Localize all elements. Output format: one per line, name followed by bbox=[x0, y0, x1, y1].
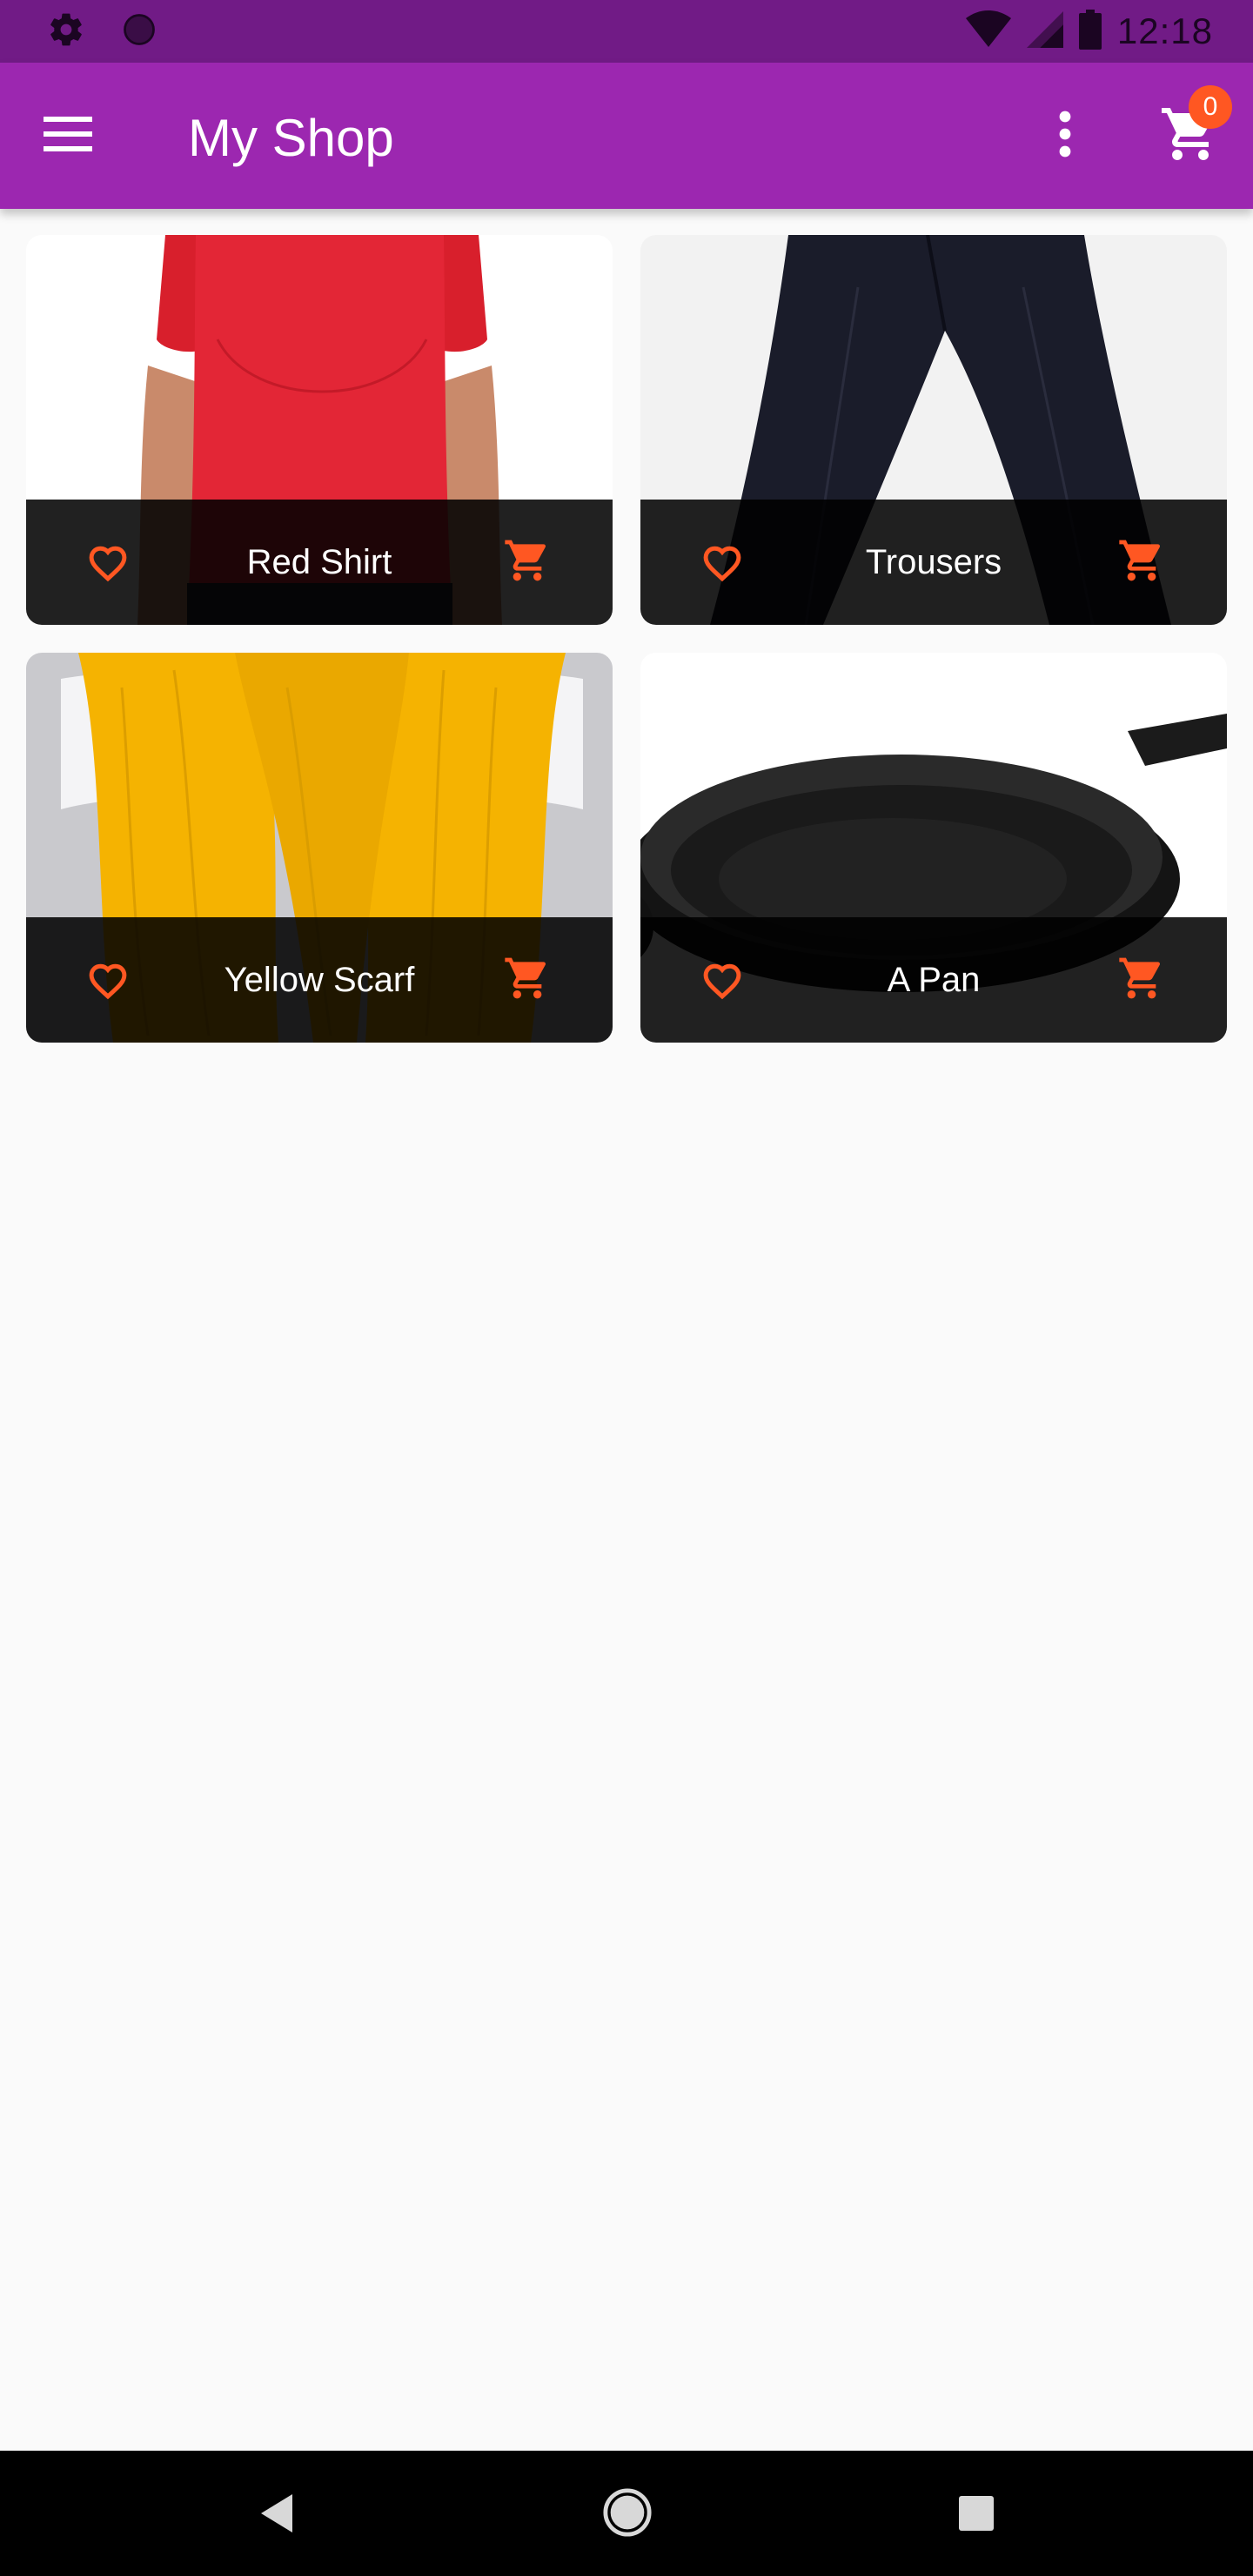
status-bar: 12:18 bbox=[0, 0, 1253, 63]
heart-outline-icon bbox=[699, 956, 746, 1004]
circle-icon bbox=[120, 10, 158, 53]
favorite-button[interactable] bbox=[82, 954, 134, 1006]
menu-button[interactable] bbox=[31, 99, 104, 172]
product-title: Trousers bbox=[865, 542, 1002, 581]
overflow-menu-button[interactable] bbox=[1029, 99, 1102, 172]
product-footer: Yellow Scarf bbox=[26, 917, 613, 1043]
signal-icon bbox=[1026, 10, 1063, 52]
product-title: Yellow Scarf bbox=[224, 960, 415, 999]
heart-outline-icon bbox=[84, 539, 131, 587]
favorite-button[interactable] bbox=[82, 536, 134, 588]
app-bar: My Shop bbox=[0, 63, 1253, 209]
shopping-cart-icon bbox=[503, 536, 552, 589]
wifi-icon bbox=[965, 10, 1011, 53]
add-to-cart-button[interactable] bbox=[1114, 954, 1169, 1006]
add-to-cart-button[interactable] bbox=[499, 536, 555, 588]
status-left bbox=[47, 10, 193, 53]
product-footer: A Pan bbox=[640, 917, 1227, 1043]
shopping-cart-icon bbox=[1117, 536, 1166, 589]
settings-icon bbox=[47, 10, 85, 53]
status-right: 12:18 bbox=[950, 9, 1213, 54]
product-footer: Trousers bbox=[640, 500, 1227, 625]
more-vert-icon bbox=[1058, 110, 1072, 163]
product-grid: Red Shirt Trousers Yellow Scarf A Pan bbox=[26, 235, 1227, 1043]
favorite-button[interactable] bbox=[696, 536, 748, 588]
system-nav-bar bbox=[0, 2451, 1253, 2576]
product-title: A Pan bbox=[887, 960, 981, 999]
heart-outline-icon bbox=[699, 539, 746, 587]
battery-icon bbox=[1078, 9, 1102, 54]
product-card[interactable]: Yellow Scarf bbox=[26, 653, 613, 1043]
menu-icon bbox=[44, 116, 92, 156]
product-card[interactable]: Red Shirt bbox=[26, 235, 613, 625]
favorite-button[interactable] bbox=[696, 954, 748, 1006]
shopping-cart-icon bbox=[1117, 954, 1166, 1007]
home-icon[interactable] bbox=[602, 2487, 653, 2538]
product-title: Red Shirt bbox=[246, 542, 392, 581]
page-title: My Shop bbox=[188, 109, 394, 167]
heart-outline-icon bbox=[84, 956, 131, 1004]
add-to-cart-button[interactable] bbox=[1114, 536, 1169, 588]
add-to-cart-button[interactable] bbox=[499, 954, 555, 1006]
product-card[interactable]: A Pan bbox=[640, 653, 1227, 1043]
cart-count-badge: 0 bbox=[1189, 85, 1232, 129]
back-icon[interactable] bbox=[254, 2491, 299, 2536]
product-card[interactable]: Trousers bbox=[640, 235, 1227, 625]
product-footer: Red Shirt bbox=[26, 500, 613, 625]
status-time: 12:18 bbox=[1116, 10, 1213, 51]
recents-icon[interactable] bbox=[959, 2496, 994, 2531]
shopping-cart-icon bbox=[503, 954, 552, 1007]
